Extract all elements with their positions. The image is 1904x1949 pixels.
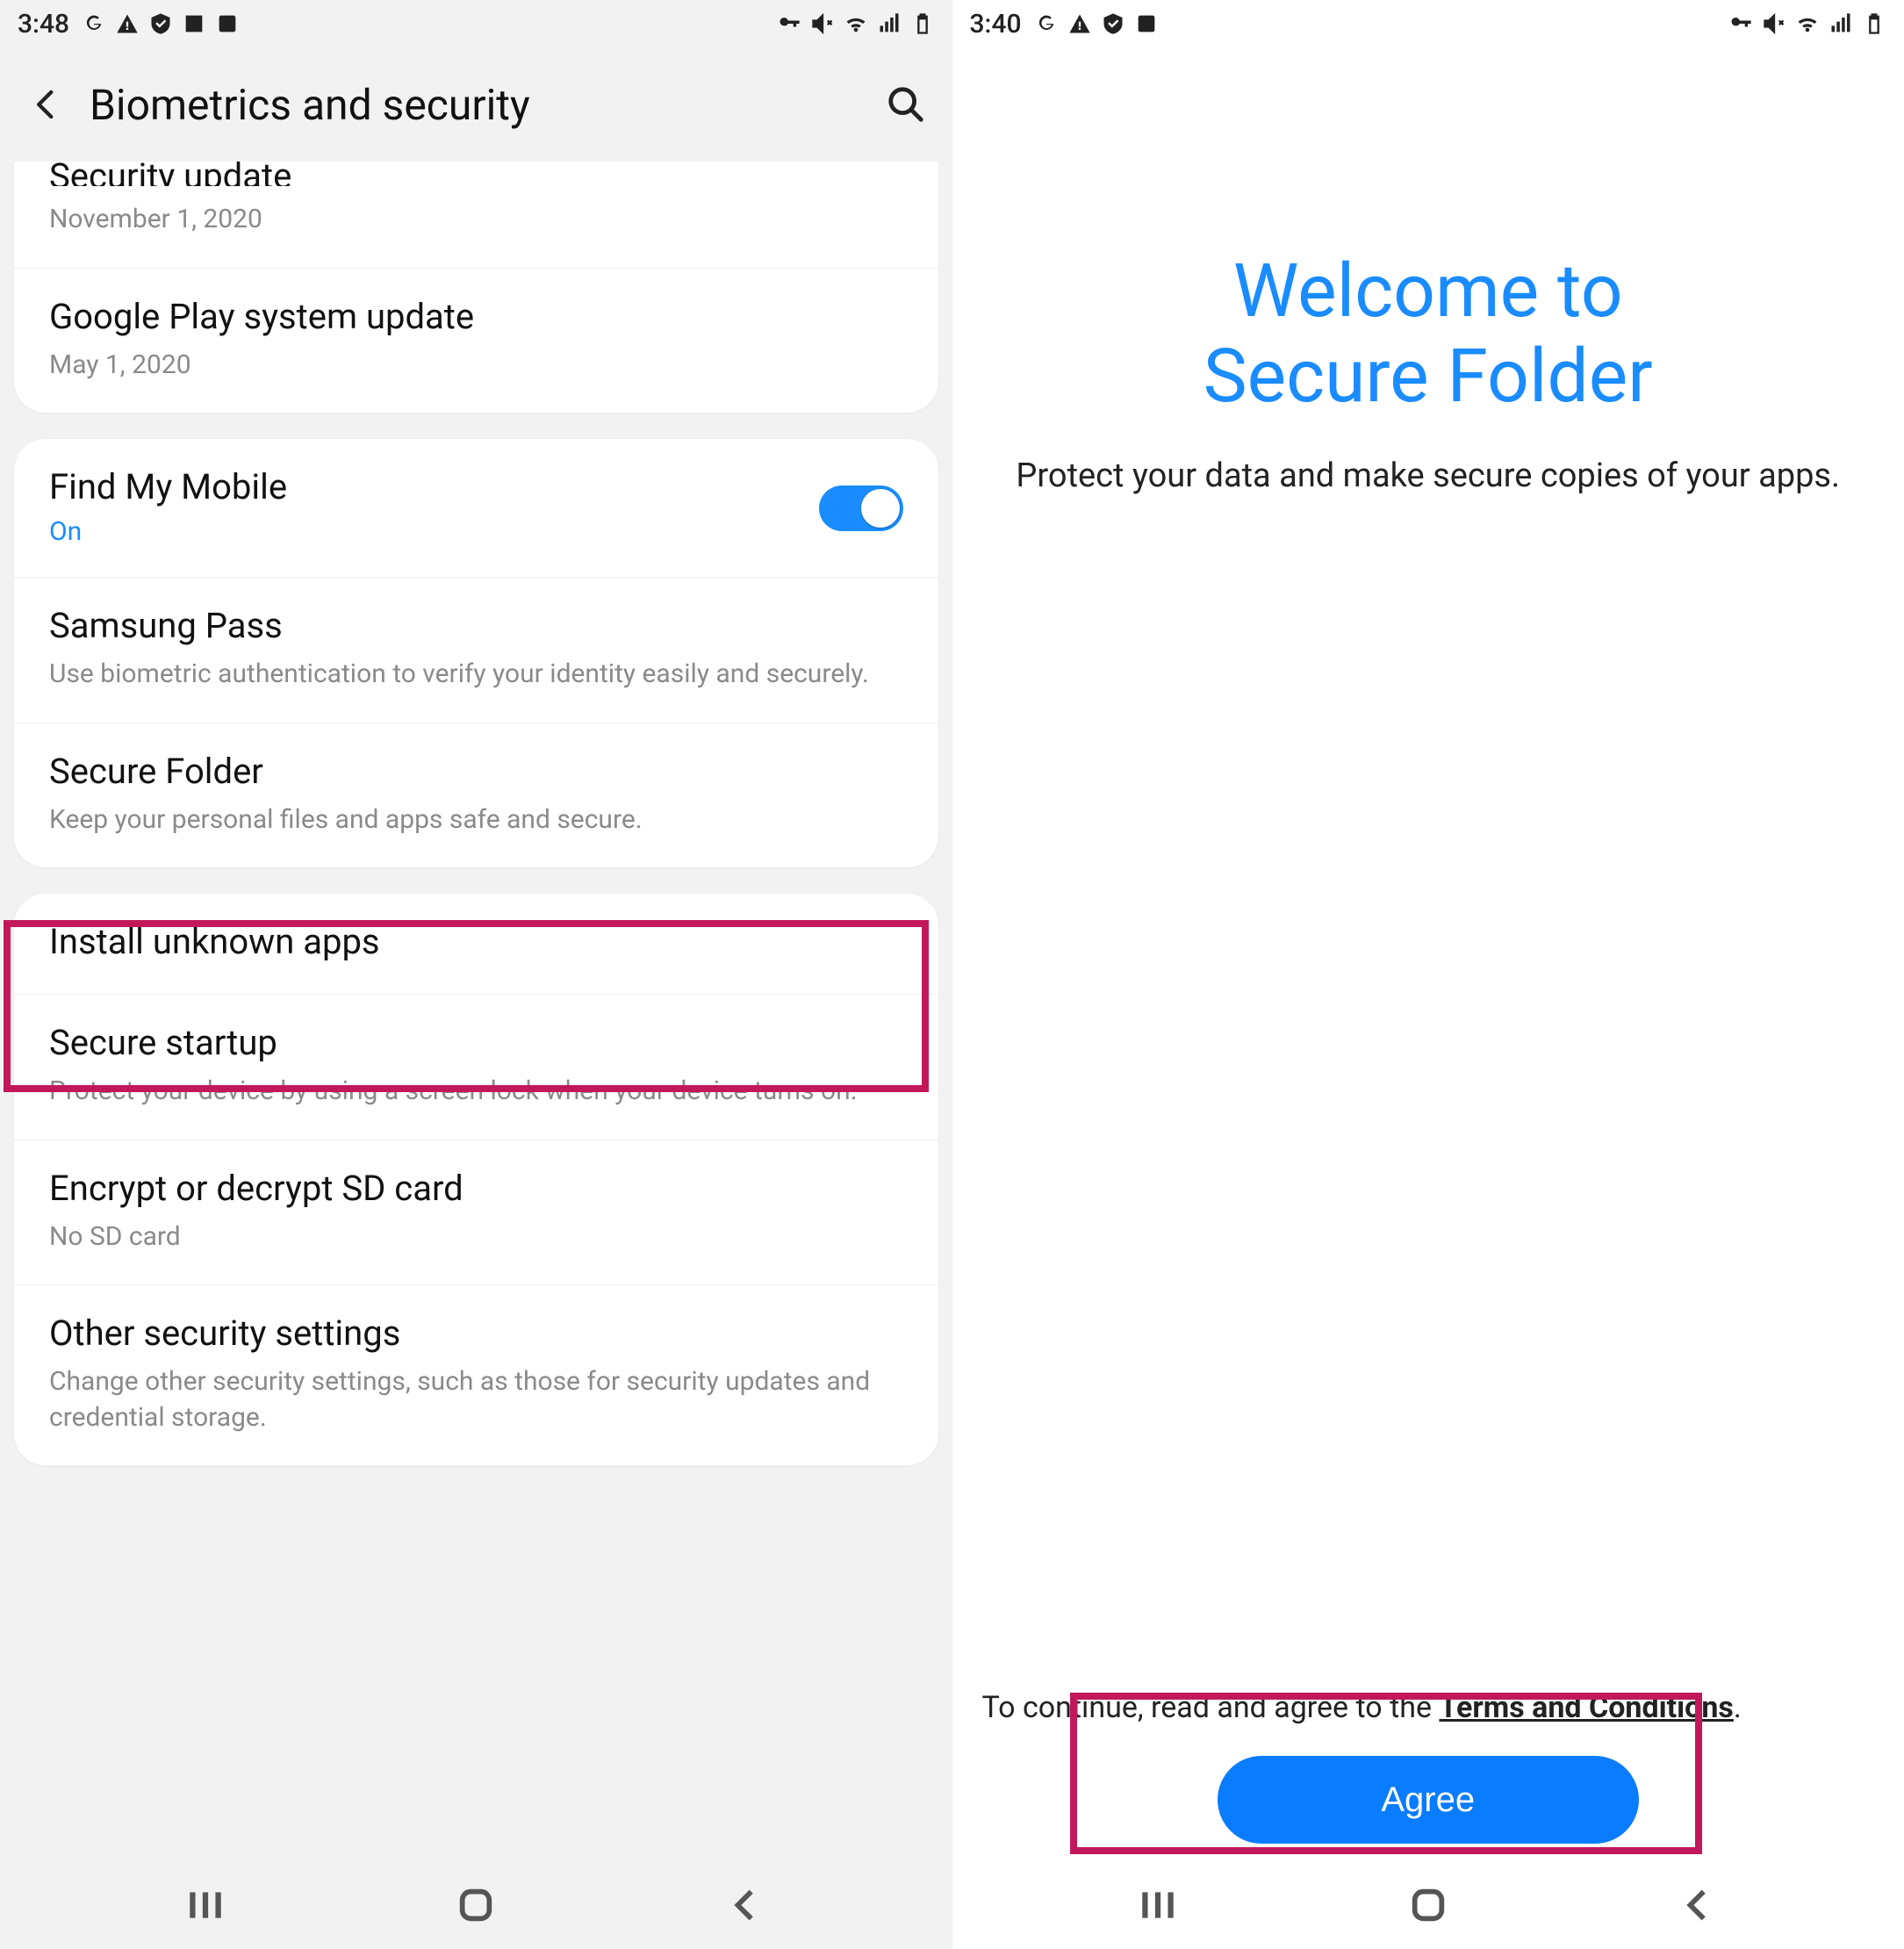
status-time: 3:48: [18, 9, 69, 40]
back-nav-button[interactable]: [720, 1879, 772, 1931]
warning-icon: [1067, 11, 1092, 36]
app-square-icon: [215, 11, 240, 36]
secure-folder-welcome: Welcome to Secure Folder Protect your da…: [952, 47, 1904, 1861]
screenshot-left: 3:48 Biometrics and security: [0, 0, 952, 1949]
welcome-title-line2: Secure Folder: [1203, 333, 1653, 420]
terms-prefix: To continue, read and agree to the: [982, 1690, 1440, 1725]
wifi-icon: [844, 11, 868, 36]
welcome-title-line1: Welcome to: [1233, 248, 1623, 334]
warning-icon: [115, 11, 140, 36]
welcome-title: Welcome to Secure Folder: [979, 249, 1879, 419]
settings-list: Security update November 1, 2020 Google …: [0, 162, 952, 1861]
setting-title: Other security settings: [49, 1312, 903, 1356]
mute-icon: [810, 11, 835, 36]
recents-button[interactable]: [179, 1879, 232, 1931]
setting-title: Find My Mobile: [49, 465, 903, 509]
setting-subtext: Use biometric authentication to verify y…: [49, 657, 903, 693]
wifi-icon: [1795, 11, 1820, 36]
setting-item-find-my-mobile[interactable]: Find My Mobile On: [14, 439, 938, 577]
terms-link[interactable]: Terms and Conditions: [1439, 1690, 1733, 1725]
battery-icon: [1862, 11, 1886, 36]
checkmark-badge-icon: [1101, 11, 1125, 36]
mute-icon: [1762, 11, 1786, 36]
home-button[interactable]: [449, 1879, 502, 1931]
terms-suffix: .: [1734, 1690, 1742, 1725]
setting-title: Install unknown apps: [49, 920, 903, 964]
setting-item-security-update[interactable]: Security update November 1, 2020: [14, 162, 938, 268]
settings-group-other: Install unknown apps Secure startup Prot…: [14, 894, 938, 1465]
setting-subtext: November 1, 2020: [49, 202, 903, 238]
app-square-icon: [1134, 11, 1159, 36]
checkmark-badge-icon: [148, 11, 173, 36]
setting-subtext: No SD card: [49, 1219, 903, 1255]
terms-line: To continue, read and agree to the Terms…: [979, 1687, 1879, 1756]
navigation-bar: [952, 1861, 1904, 1949]
settings-group-security: Find My Mobile On Samsung Pass Use biome…: [14, 439, 938, 867]
screenshot-right: 3:40 Welcome to Secure Folder Protect yo…: [952, 0, 1904, 1949]
status-bar: 3:40: [952, 0, 1904, 47]
find-my-mobile-toggle[interactable]: [819, 485, 903, 531]
google-icon: [1034, 11, 1059, 36]
setting-title: Secure startup: [49, 1021, 903, 1065]
signal-icon: [877, 11, 902, 36]
status-bar: 3:48: [0, 0, 952, 47]
agree-button[interactable]: Agree: [1218, 1756, 1639, 1844]
recents-button[interactable]: [1132, 1879, 1184, 1931]
battery-icon: [910, 11, 935, 36]
status-time: 3:40: [970, 9, 1022, 40]
google-icon: [82, 11, 106, 36]
welcome-subtitle: Protect your data and make secure copies…: [979, 454, 1879, 499]
search-button[interactable]: [884, 83, 928, 126]
setting-item-secure-folder[interactable]: Secure Folder Keep your personal files a…: [14, 723, 938, 868]
setting-item-samsung-pass[interactable]: Samsung Pass Use biometric authenticatio…: [14, 577, 938, 723]
setting-subtext: Keep your personal files and apps safe a…: [49, 802, 903, 838]
back-button[interactable]: [25, 83, 68, 126]
setting-item-install-unknown-apps[interactable]: Install unknown apps: [14, 894, 938, 994]
signal-icon: [1829, 11, 1853, 36]
vpn-key-icon: [1728, 11, 1753, 36]
page-title: Biometrics and security: [90, 80, 884, 130]
setting-item-secure-startup[interactable]: Secure startup Protect your device by us…: [14, 994, 938, 1140]
setting-status: On: [49, 516, 903, 547]
setting-item-other-security[interactable]: Other security settings Change other sec…: [14, 1284, 938, 1465]
toggle-knob: [861, 489, 900, 528]
setting-subtext: Change other security settings, such as …: [49, 1364, 903, 1435]
image-icon: [182, 11, 206, 36]
settings-group-updates: Security update November 1, 2020 Google …: [14, 162, 938, 413]
setting-subtext: May 1, 2020: [49, 348, 903, 384]
app-bar: Biometrics and security: [0, 47, 952, 162]
setting-title: Samsung Pass: [49, 604, 903, 648]
setting-item-encrypt-sd[interactable]: Encrypt or decrypt SD card No SD card: [14, 1140, 938, 1285]
back-nav-button[interactable]: [1672, 1879, 1725, 1931]
setting-title: Google Play system update: [49, 295, 903, 339]
home-button[interactable]: [1402, 1879, 1455, 1931]
setting-title: Secure Folder: [49, 750, 903, 794]
setting-item-google-play-update[interactable]: Google Play system update May 1, 2020: [14, 268, 938, 414]
setting-subtext: Protect your device by using a screen lo…: [49, 1074, 903, 1110]
setting-title: Security update: [49, 162, 903, 186]
navigation-bar: [0, 1861, 952, 1949]
setting-title: Encrypt or decrypt SD card: [49, 1167, 903, 1211]
vpn-key-icon: [777, 11, 801, 36]
